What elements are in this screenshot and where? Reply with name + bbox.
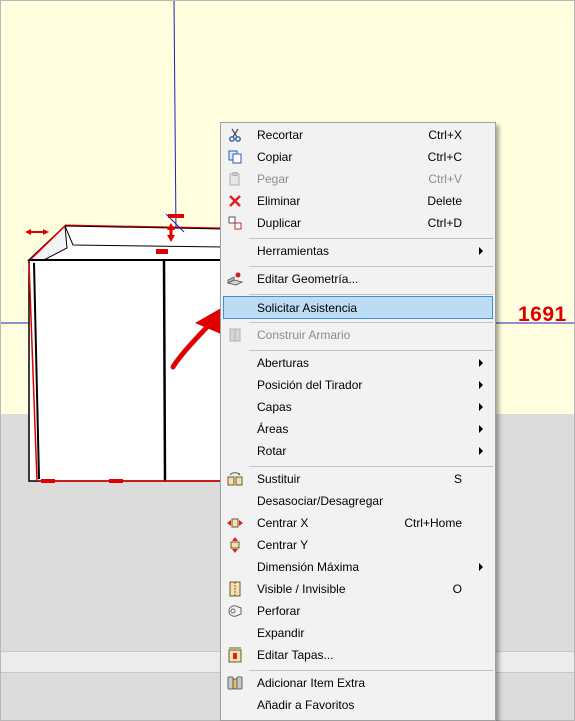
menu-label: Recortar xyxy=(257,128,304,142)
submenu-arrow-icon xyxy=(479,563,483,571)
menu-item-centrar-x[interactable]: Centrar X Ctrl+Home xyxy=(223,512,493,534)
center-y-icon xyxy=(227,537,243,553)
menu-item-expandir[interactable]: Expandir xyxy=(223,622,493,644)
submenu-arrow-icon xyxy=(479,403,483,411)
menu-shortcut: Ctrl+X xyxy=(428,128,462,142)
menu-label: Pegar xyxy=(257,172,290,186)
delete-x-icon xyxy=(227,193,243,209)
menu-label: Centrar X xyxy=(257,516,309,530)
menu-label: Editar Geometría... xyxy=(257,272,359,286)
menu-shortcut: Ctrl+C xyxy=(427,150,462,164)
menu-label: Rotar xyxy=(257,444,287,458)
menu-item-copiar[interactable]: Copiar Ctrl+C xyxy=(223,146,493,168)
menu-item-construir-armario[interactable]: Construir Armario xyxy=(223,324,493,346)
resize-handle-bottom-left xyxy=(41,479,55,483)
menu-shortcut: S xyxy=(453,472,462,486)
menu-separator xyxy=(249,238,493,239)
resize-handle-top xyxy=(168,214,184,218)
scissors-icon xyxy=(227,127,243,143)
menu-label: Desasociar/Desagregar xyxy=(257,494,384,508)
edit-geometry-icon xyxy=(227,271,243,287)
menu-item-visible-invisible[interactable]: Visible / Invisible O xyxy=(223,578,493,600)
menu-item-editar-tapas[interactable]: Editar Tapas... xyxy=(223,644,493,666)
add-extra-item-icon xyxy=(227,675,243,691)
cabinet-door-divider xyxy=(162,259,167,482)
menu-shortcut: Ctrl+V xyxy=(428,172,462,186)
menu-separator xyxy=(249,670,493,671)
submenu-arrow-icon xyxy=(479,447,483,455)
cabinet-inner-back xyxy=(64,225,224,248)
resize-handle-front-top xyxy=(156,249,168,254)
duplicate-icon xyxy=(227,215,243,231)
menu-item-rotar[interactable]: Rotar xyxy=(223,440,493,462)
resize-arrow-left-icon xyxy=(25,229,49,235)
menu-label: Duplicar xyxy=(257,216,302,230)
menu-label: Visible / Invisible xyxy=(257,582,346,596)
menu-item-adicionar-item-extra[interactable]: Adicionar Item Extra xyxy=(223,672,493,694)
menu-label: Dimensión Máxima xyxy=(257,560,360,574)
menu-label: Posición del Tirador xyxy=(257,378,363,392)
menu-item-herramientas[interactable]: Herramientas xyxy=(223,240,493,262)
cabinet-model[interactable] xyxy=(25,213,224,483)
menu-shortcut: Ctrl+D xyxy=(427,216,462,230)
menu-shortcut: O xyxy=(452,582,462,596)
menu-label: Áreas xyxy=(257,422,289,436)
menu-item-editar-geometria[interactable]: Editar Geometría... xyxy=(223,268,493,290)
menu-item-perforar[interactable]: Perforar xyxy=(223,600,493,622)
submenu-arrow-icon xyxy=(479,425,483,433)
menu-label: Construir Armario xyxy=(257,328,351,342)
menu-label: Expandir xyxy=(257,626,305,640)
copy-icon xyxy=(227,149,243,165)
menu-shortcut: Ctrl+Home xyxy=(404,516,462,530)
menu-label: Herramientas xyxy=(257,244,330,258)
menu-item-capas[interactable]: Capas xyxy=(223,396,493,418)
cabinet-front xyxy=(28,259,224,482)
menu-item-areas[interactable]: Áreas xyxy=(223,418,493,440)
menu-label: Solicitar Asistencia xyxy=(257,301,358,315)
submenu-arrow-icon xyxy=(479,381,483,389)
menu-label: Capas xyxy=(257,400,292,414)
menu-label: Eliminar xyxy=(257,194,301,208)
vertical-axis-line xyxy=(173,1,177,234)
menu-label: Sustituir xyxy=(257,472,301,486)
center-x-icon xyxy=(227,515,243,531)
menu-item-duplicar[interactable]: Duplicar Ctrl+D xyxy=(223,212,493,234)
menu-label: Perforar xyxy=(257,604,301,618)
menu-label: Aberturas xyxy=(257,356,310,370)
menu-item-recortar[interactable]: Recortar Ctrl+X xyxy=(223,124,493,146)
menu-label: Editar Tapas... xyxy=(257,648,334,662)
menu-separator xyxy=(249,294,493,295)
menu-item-dimension-maxima[interactable]: Dimensión Máxima xyxy=(223,556,493,578)
menu-separator xyxy=(249,350,493,351)
menu-item-eliminar[interactable]: Eliminar Delete xyxy=(223,190,493,212)
paste-icon xyxy=(227,171,243,187)
menu-item-pegar[interactable]: Pegar Ctrl+V xyxy=(223,168,493,190)
dimension-label: 1691 xyxy=(518,303,567,326)
menu-item-desasociar[interactable]: Desasociar/Desagregar xyxy=(223,490,493,512)
menu-item-solicitar-asistencia[interactable]: Solicitar Asistencia xyxy=(223,296,493,319)
menu-item-anadir-favoritos[interactable]: Añadir a Favoritos xyxy=(223,694,493,716)
menu-item-sustituir[interactable]: Sustituir S xyxy=(223,468,493,490)
replace-icon xyxy=(227,471,243,487)
menu-label: Añadir a Favoritos xyxy=(257,698,355,712)
menu-label: Adicionar Item Extra xyxy=(257,676,366,690)
submenu-arrow-icon xyxy=(479,359,483,367)
wardrobe-icon xyxy=(227,327,243,343)
menu-label: Copiar xyxy=(257,150,293,164)
drill-icon xyxy=(227,603,243,619)
menu-item-aberturas[interactable]: Aberturas xyxy=(223,352,493,374)
menu-label: Centrar Y xyxy=(257,538,309,552)
menu-separator xyxy=(249,466,493,467)
menu-shortcut: Delete xyxy=(427,194,462,208)
submenu-arrow-icon xyxy=(479,247,483,255)
edit-edges-icon xyxy=(227,647,243,663)
menu-item-posicion-tirador[interactable]: Posición del Tirador xyxy=(223,374,493,396)
context-menu: Recortar Ctrl+X Copiar Ctrl+C Pegar Ctrl… xyxy=(220,122,496,721)
menu-separator xyxy=(249,266,493,267)
menu-item-centrar-y[interactable]: Centrar Y xyxy=(223,534,493,556)
menu-separator xyxy=(249,322,493,323)
visibility-icon xyxy=(227,581,243,597)
resize-handle-bottom-mid xyxy=(109,479,123,483)
